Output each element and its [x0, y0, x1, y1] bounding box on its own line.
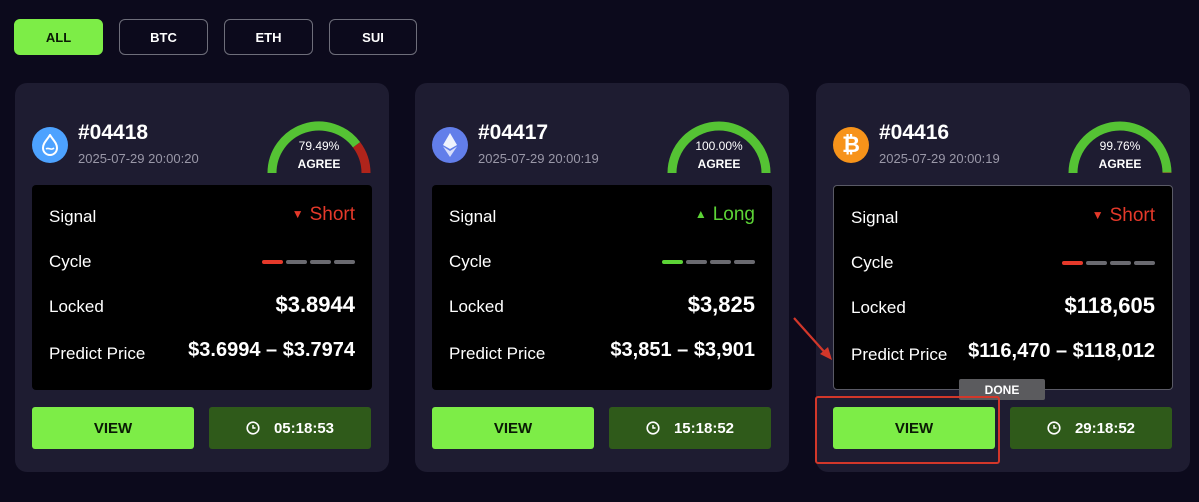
agree-gauge: 99.76% AGREE: [1067, 117, 1173, 179]
cycle-label: Cycle: [49, 252, 92, 271]
filter-eth-button[interactable]: ETH: [224, 19, 313, 55]
signal-label: Signal: [851, 208, 899, 227]
locked-row: Locked $3.8944: [49, 292, 355, 322]
down-arrow-icon: ▼: [1091, 208, 1104, 222]
card-id: #04416: [879, 121, 950, 144]
agree-gauge: 100.00% AGREE: [666, 117, 772, 179]
cycle-segment: [334, 260, 355, 264]
predict-label: Predict Price: [449, 344, 546, 363]
card-timestamp: 2025-07-29 20:00:20: [78, 151, 199, 166]
locked-label: Locked: [49, 297, 104, 316]
agree-percentage: 100.00%: [695, 139, 743, 153]
locked-value: $3.8944: [275, 292, 355, 317]
agree-label: AGREE: [1098, 157, 1142, 171]
cycle-label: Cycle: [449, 252, 492, 271]
cycle-progress: [662, 260, 755, 264]
cycle-row: Cycle: [49, 247, 355, 277]
signal-value: ▼ Short: [291, 204, 355, 225]
cycle-segment: [262, 260, 283, 264]
cycle-segment: [286, 260, 307, 264]
up-arrow-icon: ▲: [694, 207, 707, 221]
timer-text: 05:18:53: [273, 419, 335, 437]
locked-row: Locked $3,825: [449, 292, 755, 322]
card-id: #04418: [78, 121, 149, 144]
cycle-segment: [310, 260, 331, 264]
predict-row: Predict Price $3.6994 – $3.7974: [49, 339, 355, 369]
locked-value: $3,825: [687, 292, 755, 317]
cycle-progress: [1062, 261, 1155, 265]
countdown-timer[interactable]: 15:18:52: [609, 407, 771, 449]
filter-all-button[interactable]: ALL: [14, 19, 103, 55]
clock-icon: [246, 421, 260, 435]
timer-text: 15:18:52: [673, 419, 735, 437]
cycle-label: Cycle: [851, 253, 894, 272]
filter-sui-button[interactable]: SUI: [329, 19, 417, 55]
filter-btc-button[interactable]: BTC: [119, 19, 208, 55]
clock-icon: [1047, 421, 1061, 435]
card-header: #04418 2025-07-29 20:00:20 79.49% AGREE: [32, 121, 372, 174]
cycle-segment: [710, 260, 731, 264]
cycle-row: Cycle: [851, 248, 1155, 278]
countdown-timer[interactable]: 05:18:53: [209, 407, 371, 449]
cycle-row: Cycle: [449, 247, 755, 277]
countdown-timer[interactable]: 29:18:52: [1010, 407, 1172, 449]
locked-row: Locked $118,605: [851, 293, 1155, 323]
signal-card: #04417 2025-07-29 20:00:19 100.00% AGREE…: [415, 83, 789, 472]
cycle-segment: [734, 260, 755, 264]
predict-label: Predict Price: [49, 344, 146, 363]
predict-value: $3.6994 – $3.7974: [188, 339, 355, 361]
locked-label: Locked: [851, 298, 906, 317]
signal-details-panel: Signal ▼ Short Cycle Locked $118,605 Pred…: [833, 185, 1173, 390]
cycle-segment: [1062, 261, 1083, 265]
cycle-segment: [1110, 261, 1131, 265]
timer-text: 29:18:52: [1074, 419, 1136, 437]
eth-icon: [432, 127, 468, 163]
locked-label: Locked: [449, 297, 504, 316]
card-timestamp: 2025-07-29 20:00:19: [879, 151, 1000, 166]
agree-label: AGREE: [697, 157, 741, 171]
signal-row: Signal ▼ Short: [49, 202, 355, 232]
signal-label: Signal: [449, 207, 497, 226]
btc-icon: ₿: [833, 127, 869, 163]
agree-gauge: 79.49% AGREE: [266, 117, 372, 179]
agree-percentage: 99.76%: [1099, 139, 1141, 153]
highlight-annotation-box: [815, 396, 1000, 464]
predict-label: Predict Price: [851, 345, 948, 364]
signal-details-panel: Signal ▲ Long Cycle Locked $3,825 Predict…: [432, 185, 772, 390]
signal-value: ▲ Long: [694, 204, 755, 225]
predict-value: $116,470 – $118,012: [968, 340, 1155, 362]
predict-row: Predict Price $116,470 – $118,012: [851, 340, 1155, 370]
predict-row: Predict Price $3,851 – $3,901: [449, 339, 755, 369]
cycle-segment: [686, 260, 707, 264]
signal-details-panel: Signal ▼ Short Cycle Locked $3.8944 Predi…: [32, 185, 372, 390]
card-header: #04417 2025-07-29 20:00:19 100.00% AGREE: [432, 121, 772, 174]
cycle-progress: [262, 260, 355, 264]
signal-row: Signal ▲ Long: [449, 202, 755, 232]
cycle-segment: [1134, 261, 1155, 265]
clock-icon: [646, 421, 660, 435]
annotation-arrow-icon: [793, 317, 832, 360]
locked-value: $118,605: [1064, 293, 1155, 318]
predict-value: $3,851 – $3,901: [610, 339, 755, 361]
card-timestamp: 2025-07-29 20:00:19: [478, 151, 599, 166]
view-button[interactable]: VIEW: [32, 407, 194, 449]
view-button[interactable]: VIEW: [432, 407, 594, 449]
signal-row: Signal ▼ Short: [851, 203, 1155, 233]
down-arrow-icon: ▼: [291, 207, 304, 221]
signal-label: Signal: [49, 207, 97, 226]
card-header: ₿ #04416 2025-07-29 20:00:19 99.76% AGRE…: [833, 121, 1173, 174]
cycle-segment: [662, 260, 683, 264]
signal-value: ▼ Short: [1091, 205, 1155, 226]
sui-icon: [32, 127, 68, 163]
agree-label: AGREE: [297, 157, 341, 171]
signal-card: #04418 2025-07-29 20:00:20 79.49% AGREE …: [15, 83, 389, 472]
agree-percentage: 79.49%: [298, 139, 340, 153]
card-id: #04417: [478, 121, 549, 144]
cycle-segment: [1086, 261, 1107, 265]
